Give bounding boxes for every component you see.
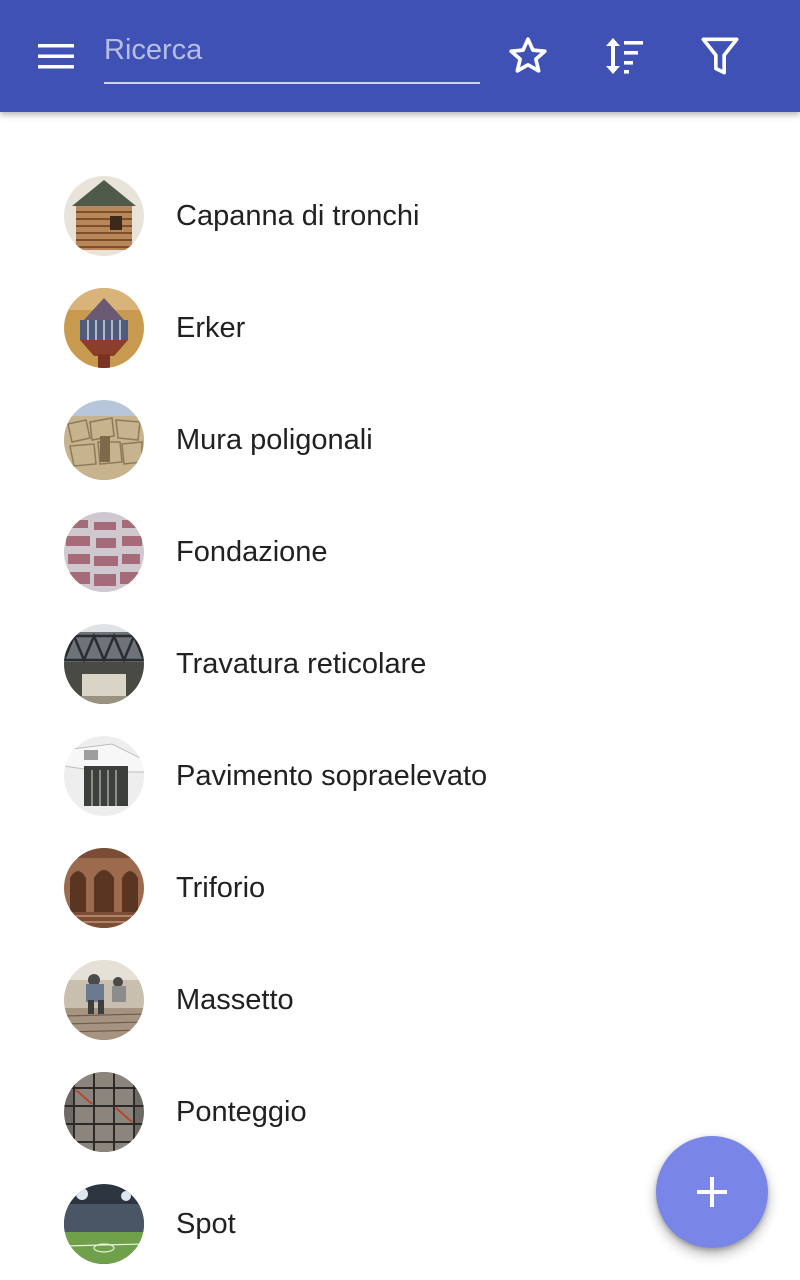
filter-button[interactable]: [688, 24, 752, 88]
favorites-button[interactable]: [496, 24, 560, 88]
item-label: Erker: [176, 312, 246, 344]
list-item[interactable]: Travatura reticolare: [0, 608, 800, 720]
item-label: Pavimento sopraelevato: [176, 760, 488, 792]
item-label: Travatura reticolare: [176, 648, 427, 680]
list-item[interactable]: Fondazione: [0, 496, 800, 608]
search-input[interactable]: [104, 28, 480, 72]
item-label: Capanna di tronchi: [176, 200, 420, 232]
add-icon: [697, 1177, 727, 1207]
top-app-bar: [0, 0, 800, 112]
add-button[interactable]: [656, 1136, 768, 1248]
item-thumbnail: [64, 400, 144, 480]
topic-list: Capanna di tronchi Erker Mura poligonali…: [0, 160, 800, 1280]
search-field: [104, 24, 480, 84]
item-thumbnail: [64, 960, 144, 1040]
list-item[interactable]: Capanna di tronchi: [0, 160, 800, 272]
item-label: Triforio: [176, 872, 266, 904]
sort-button[interactable]: [591, 24, 655, 88]
menu-button[interactable]: [24, 24, 88, 88]
star-icon: [509, 37, 547, 73]
item-thumbnail: [64, 848, 144, 928]
list-item[interactable]: Pavimento sopraelevato: [0, 720, 800, 832]
item-thumbnail: [64, 176, 144, 256]
list-item[interactable]: Mura poligonali: [0, 384, 800, 496]
item-label: Massetto: [176, 984, 294, 1016]
list-item[interactable]: Erker: [0, 272, 800, 384]
item-thumbnail: [64, 1184, 144, 1264]
app-root: Capanna di tronchi: [0, 0, 800, 1280]
item-thumbnail: [64, 624, 144, 704]
list-item[interactable]: Triforio: [0, 832, 800, 944]
item-thumbnail: [64, 512, 144, 592]
item-thumbnail: [64, 736, 144, 816]
item-label: Mura poligonali: [176, 424, 373, 456]
item-label: Ponteggio: [176, 1096, 307, 1128]
item-thumbnail: [64, 1072, 144, 1152]
item-thumbnail: [64, 288, 144, 368]
filter-icon: [701, 37, 739, 75]
sort-icon: [606, 38, 643, 74]
menu-icon: [38, 44, 74, 69]
item-label: Spot: [176, 1208, 236, 1240]
list-item[interactable]: Massetto: [0, 944, 800, 1056]
item-label: Fondazione: [176, 536, 328, 568]
